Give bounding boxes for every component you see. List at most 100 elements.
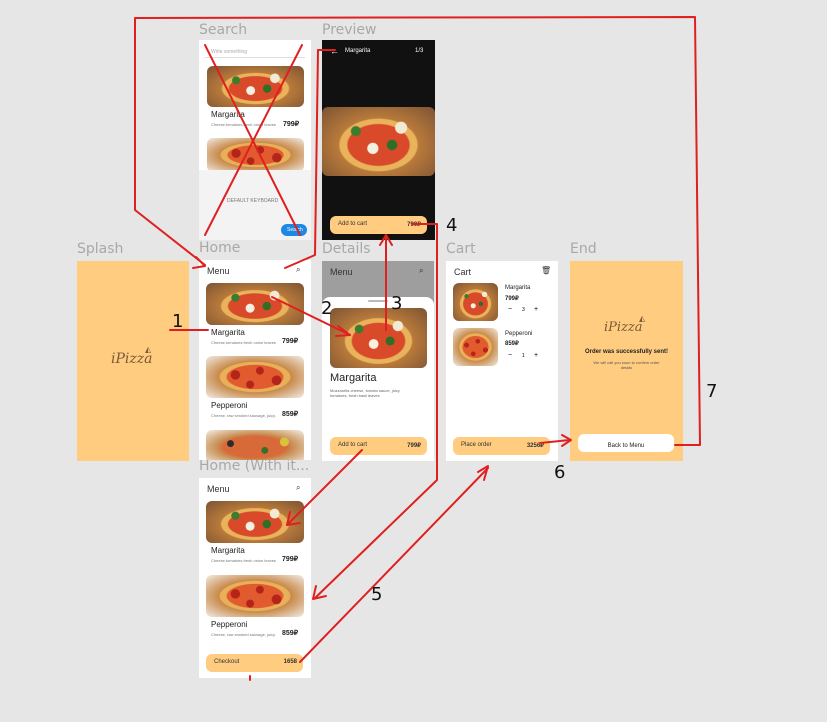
- cart-item-name: Margarita: [505, 285, 531, 291]
- home-title: Menu: [207, 266, 230, 276]
- arrow-step-5: [299, 467, 489, 663]
- pizza-logo-icon: ◭: [145, 345, 152, 354]
- checkout-button[interactable]: Checkout 1658: [206, 654, 303, 672]
- back-to-menu-button[interactable]: Back to Menu: [578, 434, 674, 452]
- frame-label-splash: Splash: [77, 241, 124, 257]
- details-add-price: 799₽: [407, 443, 421, 449]
- place-order-label: Place order: [461, 442, 492, 448]
- cart-item-image: [453, 328, 498, 366]
- home2-item-price: 859₽: [282, 630, 299, 637]
- details-add-label: Add to cart: [338, 442, 368, 448]
- arrowhead-step-5: [477, 465, 489, 481]
- details-header: Menu: [330, 267, 353, 277]
- home2-item-image-pepperoni[interactable]: [206, 575, 304, 617]
- details-name: Margarita: [330, 372, 377, 384]
- search-icon: ⌕: [419, 266, 424, 275]
- splash-frame: iPizza ◭: [77, 261, 189, 461]
- search-item-price: 799₽: [283, 121, 300, 128]
- home2-item-image-margarita[interactable]: [206, 501, 304, 543]
- sheet-handle[interactable]: [368, 300, 388, 302]
- preview-frame: ← Margarita 1/3 Add to cart 799₽: [322, 40, 435, 240]
- end-title: Order was successfully sent!: [584, 349, 669, 355]
- frame-label-end: End: [570, 241, 597, 257]
- details-pizza-image: [330, 308, 427, 368]
- home-item-image-margarita[interactable]: [206, 283, 304, 325]
- search-input[interactable]: Write something: [205, 46, 305, 58]
- search-item-name: Margarita: [211, 110, 245, 119]
- step-number-5: 5: [371, 584, 383, 605]
- frame-label-search: Search: [199, 22, 248, 38]
- preview-add-to-cart-button[interactable]: Add to cart 799₽: [330, 216, 427, 234]
- search-frame: Write something Margarita Cheese,tomatoe…: [199, 40, 311, 240]
- qty-minus-button[interactable]: −: [508, 306, 512, 313]
- home2-item-desc: Cheese,tomatoes,fresh onion leaves...: [211, 558, 276, 563]
- step-number-7: 7: [706, 381, 718, 402]
- qty-minus-button[interactable]: −: [508, 352, 512, 359]
- home-with-items-frame: Menu ⌕ Margarita Cheese,tomatoes,fresh o…: [199, 478, 311, 678]
- home-item-price: 799₽: [282, 338, 299, 345]
- end-subtitle: We will call you soon to confirm order d…: [593, 360, 660, 370]
- end-logo: iPizza: [604, 320, 643, 335]
- arrowhead-step-4: [312, 585, 327, 600]
- search-pizza-image-2[interactable]: [207, 138, 304, 172]
- home-item-name: Pepperoni: [211, 401, 248, 410]
- step-number-4: 4: [446, 215, 458, 236]
- step-number-6: 6: [554, 462, 566, 483]
- frame-label-details: Details: [322, 241, 371, 257]
- end-frame: iPizza ◭ Order was successfully sent! We…: [570, 261, 683, 461]
- pizza-logo-icon: ◭: [639, 314, 646, 323]
- home-item-price: 859₽: [282, 411, 299, 418]
- preview-title: Margarita: [345, 48, 371, 54]
- preview-counter: 1/3: [415, 48, 424, 54]
- cart-item-name: Pepperoni: [505, 331, 533, 337]
- home2-item-name: Pepperoni: [211, 620, 248, 629]
- preview-add-price: 799₽: [407, 222, 421, 228]
- place-order-price: 3256₽: [526, 443, 544, 449]
- search-button[interactable]: Search: [281, 224, 307, 236]
- search-icon[interactable]: ⌕: [296, 483, 300, 493]
- frame-label-home-with-items: Home (With it...: [199, 458, 310, 474]
- step-number-2: 2: [321, 298, 333, 319]
- qty-value: 3: [522, 307, 525, 313]
- preview-add-label: Add to cart: [338, 221, 368, 227]
- cart-item-price: 799₽: [505, 296, 519, 302]
- home-item-image-pepperoni[interactable]: [206, 356, 304, 398]
- default-keyboard[interactable]: DEFAULT KEYBOARD Search: [199, 170, 311, 240]
- trash-icon[interactable]: 🗑: [541, 266, 551, 275]
- place-order-button[interactable]: Place order 3256₽: [453, 437, 550, 455]
- home-item-name: Margarita: [211, 328, 245, 337]
- step-number-3: 3: [391, 293, 403, 314]
- home2-item-desc: Cheese, raw smoked sausage, juicy...: [211, 632, 276, 637]
- search-pizza-image[interactable]: [207, 66, 304, 107]
- frame-label-preview: Preview: [322, 22, 377, 38]
- qty-plus-button[interactable]: +: [534, 352, 538, 359]
- home2-item-price: 799₽: [282, 556, 299, 563]
- qty-plus-button[interactable]: +: [534, 306, 538, 313]
- search-button-label: Search: [287, 227, 303, 233]
- home2-item-name: Margarita: [211, 546, 245, 555]
- checkout-price: 1658: [283, 659, 297, 665]
- back-to-menu-label: Back to Menu: [607, 443, 645, 449]
- keyboard-label: DEFAULT KEYBOARD: [227, 198, 279, 204]
- frame-label-cart: Cart: [446, 241, 476, 257]
- cart-item-price: 859₽: [505, 341, 519, 347]
- frame-label-home: Home: [199, 240, 241, 256]
- search-item-desc: Cheese,tomatoes,fresh onion leaves...: [211, 122, 276, 127]
- home-item-image-3[interactable]: [206, 430, 304, 460]
- home-item-desc: Cheese, raw smoked sausage, juicy...: [211, 413, 276, 418]
- details-desc: Mozzarella cheese, tomato sauce, juicy t…: [330, 388, 400, 398]
- search-placeholder: Write something: [211, 49, 248, 55]
- preview-pizza-image: [322, 107, 435, 176]
- details-sheet: Margarita Mozzarella cheese, tomato sauc…: [322, 297, 434, 461]
- qty-value: 1: [522, 353, 525, 359]
- home-frame: Menu ⌕ Margarita Cheese,tomatoes,fresh o…: [199, 260, 311, 460]
- cart-frame: Cart 🗑 Margarita 799₽ − 3 + Pepperoni 85…: [446, 261, 558, 461]
- details-add-to-cart-button[interactable]: Add to cart 799₽: [330, 437, 427, 455]
- checkout-label: Checkout: [214, 659, 240, 665]
- home-item-desc: Cheese,tomatoes,fresh onion leaves...: [211, 340, 276, 345]
- step-number-1: 1: [172, 311, 184, 332]
- details-frame: Menu ⌕ Margarita Mozzarella cheese, toma…: [322, 261, 434, 461]
- home2-title: Menu: [207, 484, 230, 494]
- back-arrow-icon[interactable]: ←: [330, 46, 339, 56]
- search-icon[interactable]: ⌕: [296, 265, 300, 275]
